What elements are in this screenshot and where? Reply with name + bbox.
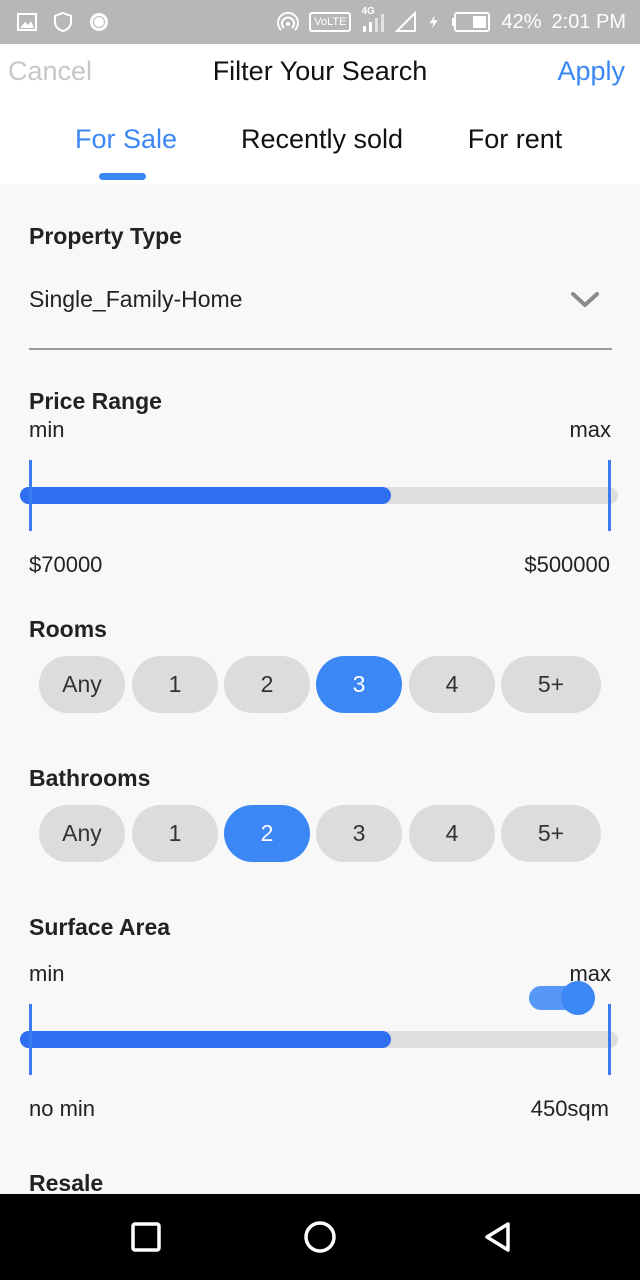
signal-icon: 4G — [361, 6, 385, 34]
rooms-option-any[interactable]: Any — [39, 656, 125, 713]
rooms-option-1[interactable]: 1 — [132, 656, 218, 713]
active-tab-indicator — [99, 173, 146, 180]
surface-min-label: min — [29, 961, 65, 986]
bathrooms-option-any[interactable]: Any — [39, 805, 125, 862]
property-type-heading: Property Type — [29, 223, 182, 249]
bathrooms-option-4[interactable]: 4 — [409, 805, 495, 862]
status-bar: VoLTE 4G 42% 2:01 PM — [0, 0, 640, 44]
status-right: VoLTE 4G 42% 2:01 PM — [277, 6, 626, 34]
tab-for-sale[interactable]: For Sale — [75, 124, 177, 155]
cancel-button[interactable]: Cancel — [8, 56, 92, 87]
shield-icon — [54, 11, 72, 33]
price-max-value: $500000 — [524, 552, 610, 577]
tab-for-rent[interactable]: For rent — [468, 124, 563, 155]
surface-max-handle[interactable] — [608, 1004, 611, 1075]
status-left — [16, 11, 110, 33]
rooms-heading: Rooms — [29, 616, 107, 642]
image-icon — [17, 13, 37, 31]
slider-fill — [20, 487, 391, 504]
price-max-handle[interactable] — [608, 460, 611, 531]
price-range-heading: Price Range — [29, 388, 162, 414]
bathrooms-heading: Bathrooms — [29, 765, 151, 791]
price-min-handle[interactable] — [29, 460, 32, 531]
system-nav-bar — [0, 1194, 640, 1280]
bathrooms-option-1[interactable]: 1 — [132, 805, 218, 862]
tab-recently-sold[interactable]: Recently sold — [241, 124, 403, 155]
bathrooms-option-2[interactable]: 2 — [224, 805, 310, 862]
surface-min-value: no min — [29, 1096, 96, 1121]
apply-button[interactable]: Apply — [557, 56, 625, 87]
page-title: Filter Your Search — [212, 56, 428, 86]
resale-heading: Resale — [29, 1170, 104, 1194]
battery-percent: 42% — [501, 10, 542, 33]
property-type-dropdown[interactable]: Single_Family-Home — [29, 272, 612, 350]
slider-fill — [20, 1031, 391, 1048]
charging-icon — [430, 15, 439, 29]
recents-icon[interactable] — [128, 1219, 164, 1255]
signal-empty-icon — [395, 11, 417, 32]
filter-form[interactable]: Property Type Single_Family-Home Price R… — [0, 184, 640, 1194]
price-max-label: max — [569, 417, 611, 442]
hotspot-icon — [277, 11, 300, 31]
volte-icon: VoLTE — [309, 12, 352, 32]
surface-area-slider[interactable] — [20, 1004, 620, 1075]
listing-tabs: For Sale Recently sold For rent — [0, 122, 640, 184]
rooms-option-3[interactable]: 3 — [316, 656, 402, 713]
toggle-knob — [561, 981, 595, 1015]
back-icon[interactable] — [480, 1219, 516, 1255]
battery-icon — [452, 12, 491, 32]
circle-icon — [90, 13, 108, 31]
rooms-option-2[interactable]: 2 — [224, 656, 310, 713]
header: Cancel Filter Your Search Apply For Sale… — [0, 44, 640, 184]
price-min-label: min — [29, 417, 65, 442]
price-range-slider[interactable] — [20, 460, 620, 531]
price-min-value: $70000 — [29, 552, 103, 577]
surface-max-value: 450sqm — [530, 1096, 609, 1121]
title-bar: Cancel Filter Your Search Apply — [0, 44, 640, 100]
bathrooms-option-5-plus[interactable]: 5+ — [501, 805, 601, 862]
bathrooms-option-3[interactable]: 3 — [316, 805, 402, 862]
resale-toggle[interactable] — [529, 981, 595, 1015]
chevron-down-icon[interactable] — [570, 290, 600, 310]
rooms-option-4[interactable]: 4 — [409, 656, 495, 713]
property-type-value: Single_Family-Home — [29, 286, 243, 312]
surface-area-heading: Surface Area — [29, 914, 171, 940]
rooms-option-5-plus[interactable]: 5+ — [501, 656, 601, 713]
home-icon[interactable] — [302, 1219, 338, 1255]
clock: 2:01 PM — [551, 10, 626, 33]
surface-min-handle[interactable] — [29, 1004, 32, 1075]
